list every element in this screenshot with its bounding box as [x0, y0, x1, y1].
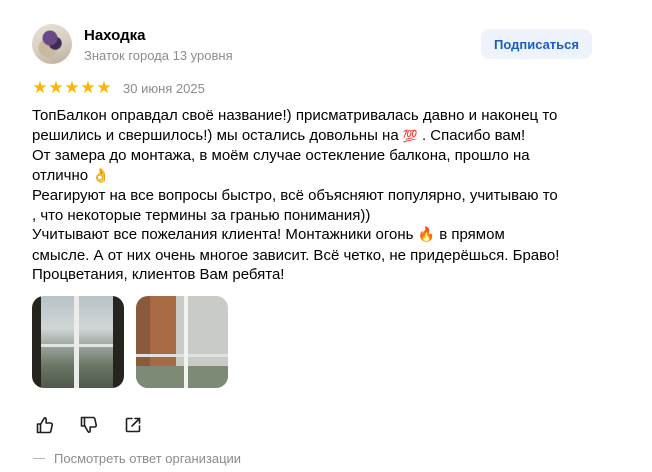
- author-level: Знаток города 13 уровня: [84, 48, 233, 63]
- share-button[interactable]: [122, 414, 144, 436]
- star-icon: ★: [80, 78, 96, 97]
- review-photo[interactable]: [136, 296, 228, 388]
- review-photos: [32, 296, 228, 388]
- review-line: ТопБалкон оправдал своё название!) присм…: [32, 107, 558, 124]
- review-line: смысле. А от них очень многое зависит. В…: [32, 246, 560, 264]
- dislike-icon: [80, 416, 98, 433]
- review-photo[interactable]: [32, 296, 124, 388]
- subscribe-button[interactable]: Подписаться: [481, 29, 592, 59]
- dislike-button[interactable]: [78, 414, 100, 436]
- review-line: Учитывают все пожелания клиента! Монтажн…: [32, 226, 505, 243]
- star-icon: ★: [48, 78, 64, 97]
- like-button[interactable]: [34, 414, 56, 436]
- view-org-reply-link[interactable]: Посмотреть ответ организации: [33, 451, 241, 466]
- review-line: решились и свершилось!) мы остались дово…: [32, 126, 526, 144]
- fire-emoji-icon: 🔥: [417, 227, 436, 243]
- dash-icon: [33, 458, 45, 459]
- share-icon: [125, 417, 141, 433]
- review-line: отлично 👌: [32, 166, 110, 184]
- like-icon: [36, 417, 54, 434]
- review-line: Реагируют на все вопросы быстро, всё объ…: [32, 187, 558, 204]
- review-line: , что некоторые термины за гранью понима…: [32, 206, 371, 224]
- hundred-points-emoji-icon: 💯: [402, 128, 418, 143]
- view-org-reply-label: Посмотреть ответ организации: [54, 451, 242, 466]
- review-text: ТопБалкон оправдал своё название!) присм…: [32, 106, 602, 285]
- review-line: Процветания, клиентов Вам ребята!: [32, 266, 285, 283]
- star-icon: ★: [32, 78, 48, 97]
- star-icon: ★: [64, 78, 80, 97]
- review-date: 30 июня 2025: [123, 81, 205, 96]
- star-icon: ★: [96, 78, 112, 97]
- review-line: От замера до монтажа, в моём случае осте…: [32, 147, 530, 164]
- avatar[interactable]: [32, 24, 72, 64]
- ok-hand-emoji-icon: 👌: [92, 167, 110, 184]
- author-name[interactable]: Находка: [84, 27, 145, 44]
- rating-stars: ★ ★ ★ ★ ★: [32, 79, 112, 96]
- review-actions: [34, 414, 144, 436]
